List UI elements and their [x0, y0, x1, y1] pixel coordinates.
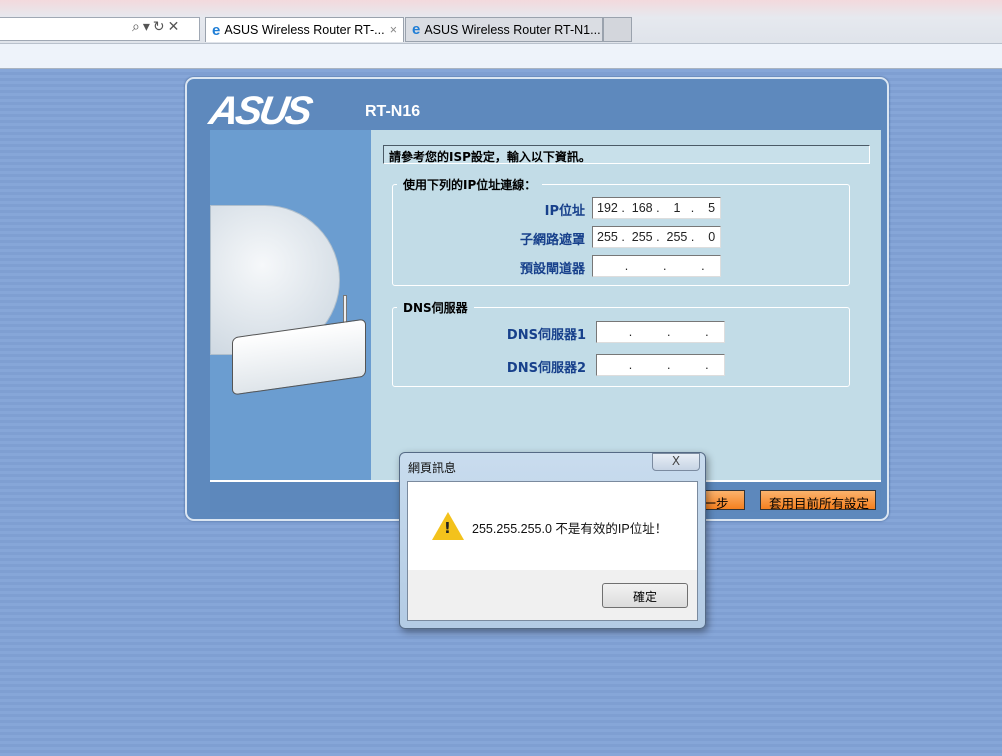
model-name: RT-N16: [365, 103, 421, 120]
instruction-text: 請參考您的ISP設定，輸入以下資訊。: [383, 145, 870, 164]
subnet-mask-label: 子網路遮罩: [519, 233, 585, 248]
close-tab-icon[interactable]: ×: [390, 23, 397, 37]
search-refresh-stop-icons[interactable]: ⌕▾↻✕: [132, 19, 182, 35]
ie-icon: e: [212, 21, 221, 39]
tab-label: ASUS Wireless Router RT-N1...: [424, 22, 601, 37]
dialog-close-button[interactable]: X: [652, 453, 700, 471]
gateway-input[interactable]: . . .: [592, 255, 721, 277]
dns2-label: DNS伺服器2: [506, 361, 586, 376]
gateway-label: 預設閘道器: [519, 262, 585, 277]
command-bar: [0, 43, 1002, 69]
ie-icon: e: [412, 21, 421, 38]
dialog-message: 255.255.255.0 不是有效的IP位址！: [472, 522, 668, 536]
new-tab-button[interactable]: [603, 17, 632, 42]
apply-button[interactable]: 套用目前所有設定: [760, 490, 876, 511]
dns1-input[interactable]: . . .: [596, 321, 725, 343]
tab-router-2[interactable]: e ASUS Wireless Router RT-N1...: [405, 17, 603, 42]
warning-exclamation: !: [444, 519, 451, 537]
ip-section-legend: 使用下列的IP位址連線：: [403, 178, 537, 192]
tab-label: ASUS Wireless Router RT-...: [224, 23, 385, 37]
ip-address-label: IP位址: [544, 204, 585, 219]
dialog-title: 網頁訊息: [408, 461, 457, 475]
dns-section-legend: DNS伺服器: [403, 301, 468, 315]
tab-router-1[interactable]: e ASUS Wireless Router RT-... ×: [205, 17, 404, 42]
asus-logo: ASUS: [206, 89, 314, 133]
ip-address-input[interactable]: 192 . 168 . 1 . 5: [592, 197, 721, 219]
dns1-label: DNS伺服器1: [506, 328, 586, 343]
dns2-input[interactable]: . . .: [596, 354, 725, 376]
ok-button[interactable]: 確定: [602, 583, 688, 608]
subnet-mask-input[interactable]: 255 . 255 . 255 . 0: [592, 226, 721, 248]
